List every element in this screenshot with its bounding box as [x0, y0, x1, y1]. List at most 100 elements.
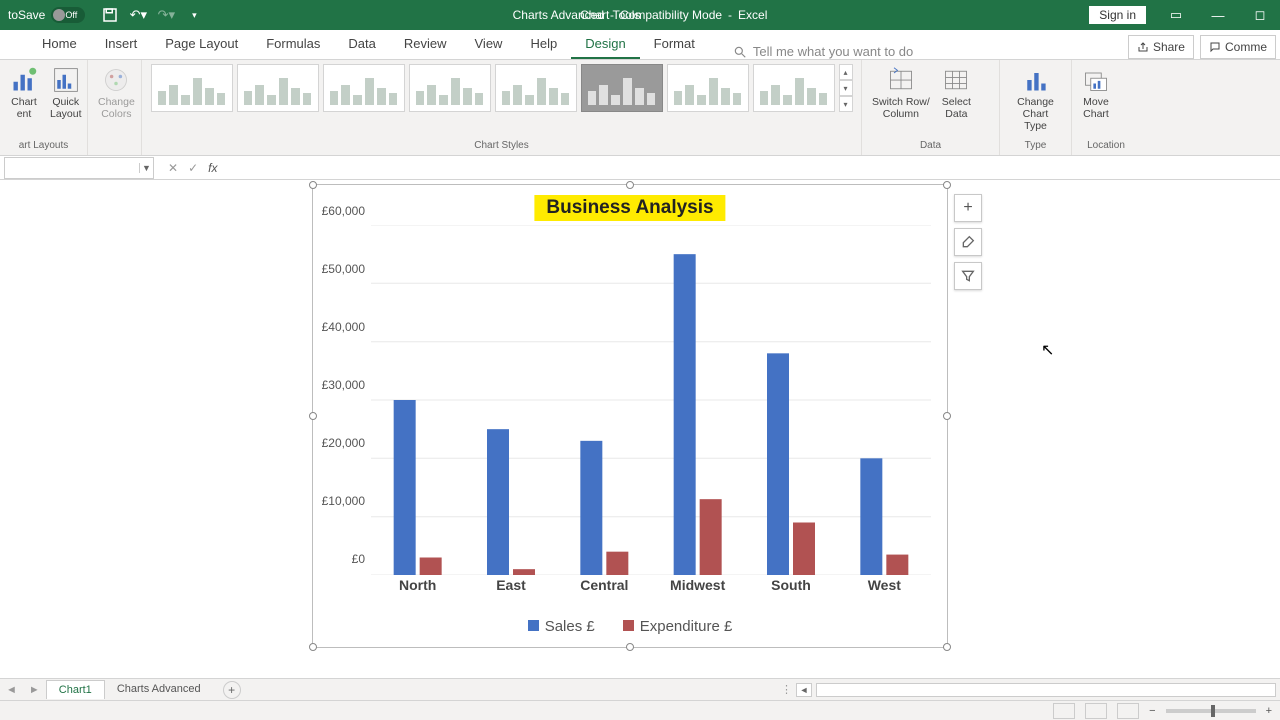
- status-bar: − +: [0, 700, 1280, 720]
- zoom-in-button[interactable]: +: [1266, 705, 1272, 717]
- resize-handle[interactable]: [943, 412, 951, 420]
- tab-design[interactable]: Design: [571, 30, 639, 59]
- chart-legend[interactable]: Sales £ Expenditure £: [313, 618, 947, 635]
- worksheet-area[interactable]: Business Analysis £0 £10,000 £20,000 £30…: [0, 180, 1280, 678]
- quick-layout-button[interactable]: Quick Layout: [46, 64, 86, 122]
- chart-style-5[interactable]: [495, 64, 577, 112]
- chart-style-8[interactable]: [753, 64, 835, 112]
- formula-input[interactable]: [231, 161, 1280, 175]
- add-sheet-button[interactable]: +: [223, 681, 241, 699]
- move-chart-icon: [1082, 66, 1110, 94]
- enter-formula-icon[interactable]: ✓: [188, 161, 198, 175]
- tab-data[interactable]: Data: [334, 30, 389, 59]
- sheet-tab-bar: ◄ ► Chart1 Charts Advanced + ⋮ ◄: [0, 678, 1280, 700]
- sign-in-button[interactable]: Sign in: [1089, 6, 1146, 24]
- chart-style-1[interactable]: [151, 64, 233, 112]
- normal-view-button[interactable]: [1053, 703, 1075, 719]
- resize-handle[interactable]: [943, 643, 951, 651]
- autosave-control[interactable]: toSave Off: [0, 7, 93, 23]
- zoom-slider[interactable]: [1166, 709, 1256, 713]
- sheet-nav-prev[interactable]: ◄: [0, 684, 23, 696]
- chart-style-4[interactable]: [409, 64, 491, 112]
- chevron-down-icon[interactable]: ▼: [139, 163, 153, 173]
- tab-page-layout[interactable]: Page Layout: [151, 30, 252, 59]
- chart-elements-button[interactable]: +: [954, 194, 982, 222]
- sheet-tab-active[interactable]: Chart1: [46, 680, 105, 699]
- minimize-icon[interactable]: —: [1198, 0, 1238, 30]
- page-layout-view-button[interactable]: [1085, 703, 1107, 719]
- gallery-more-icon[interactable]: ▾: [839, 96, 853, 112]
- tab-home[interactable]: Home: [28, 30, 91, 59]
- resize-handle[interactable]: [943, 181, 951, 189]
- chart-style-gallery[interactable]: ▴▾▾: [151, 64, 853, 112]
- resize-handle[interactable]: [309, 181, 317, 189]
- undo-icon[interactable]: ↶▾: [129, 6, 147, 24]
- maximize-icon[interactable]: ◻: [1240, 0, 1280, 30]
- legend-item[interactable]: Sales £: [528, 618, 595, 635]
- cancel-formula-icon[interactable]: ✕: [168, 161, 178, 175]
- gallery-scroll[interactable]: ▴▾▾: [839, 64, 853, 112]
- scroll-left-icon[interactable]: ◄: [796, 683, 812, 697]
- brush-icon: [960, 234, 976, 250]
- change-chart-type-button[interactable]: Change Chart Type: [1006, 64, 1065, 134]
- tab-format[interactable]: Format: [640, 30, 709, 59]
- change-type-icon: [1022, 66, 1050, 94]
- chevron-down-icon[interactable]: ▾: [839, 80, 853, 96]
- chart-style-6[interactable]: [581, 64, 663, 112]
- chevron-up-icon[interactable]: ▴: [839, 64, 853, 80]
- search-icon: [733, 45, 747, 59]
- palette-icon: [102, 66, 130, 94]
- comments-button[interactable]: Comme: [1200, 35, 1276, 59]
- tell-me-search[interactable]: Tell me what you want to do: [733, 44, 913, 59]
- name-box[interactable]: ▼: [4, 157, 154, 179]
- zoom-out-button[interactable]: −: [1149, 705, 1155, 717]
- switch-row-column-button[interactable]: Switch Row/ Column: [868, 64, 934, 122]
- plot-area[interactable]: [371, 225, 931, 575]
- chart-filters-button[interactable]: [954, 262, 982, 290]
- chart-object[interactable]: Business Analysis £0 £10,000 £20,000 £30…: [312, 184, 948, 648]
- y-axis: £0 £10,000 £20,000 £30,000 £40,000 £50,0…: [313, 225, 369, 573]
- sheet-nav-next[interactable]: ►: [23, 684, 46, 696]
- chart-style-2[interactable]: [237, 64, 319, 112]
- contextual-tab-label: Chart Tools: [580, 8, 640, 22]
- tab-insert[interactable]: Insert: [91, 30, 152, 59]
- title-bar: toSave Off ↶▾ ↷▾ ▾ Charts Advanced - Com…: [0, 0, 1280, 30]
- share-icon: [1137, 41, 1149, 53]
- autosave-label: toSave: [8, 8, 45, 22]
- redo-icon[interactable]: ↷▾: [157, 6, 175, 24]
- legend-swatch-icon: [623, 620, 634, 631]
- legend-item[interactable]: Expenditure £: [623, 618, 733, 635]
- select-data-button[interactable]: Select Data: [938, 64, 975, 122]
- qat-more-icon[interactable]: ▾: [185, 6, 203, 24]
- quick-access-toolbar: ↶▾ ↷▾ ▾: [101, 6, 203, 24]
- fx-icon[interactable]: fx: [208, 161, 217, 175]
- autosave-toggle[interactable]: Off: [51, 7, 85, 23]
- save-icon[interactable]: [101, 6, 119, 24]
- tell-me-placeholder: Tell me what you want to do: [753, 44, 913, 59]
- add-chart-element-button[interactable]: Chart ent: [6, 64, 42, 122]
- sheet-tab[interactable]: Charts Advanced: [105, 680, 213, 698]
- resize-handle[interactable]: [626, 181, 634, 189]
- group-label-layouts: art Layouts: [6, 138, 81, 153]
- ribbon-display-icon[interactable]: ▭: [1156, 0, 1196, 30]
- switch-rc-icon: [887, 66, 915, 94]
- chart-styles-button[interactable]: [954, 228, 982, 256]
- quick-layout-icon: [52, 66, 80, 94]
- horizontal-scrollbar[interactable]: ⋮ ◄: [781, 683, 1280, 697]
- tab-help[interactable]: Help: [516, 30, 571, 59]
- formula-bar: ▼ ✕ ✓ fx: [0, 156, 1280, 180]
- page-break-view-button[interactable]: [1117, 703, 1139, 719]
- move-chart-button[interactable]: Move Chart: [1078, 64, 1114, 122]
- chart-style-7[interactable]: [667, 64, 749, 112]
- group-label-location: Location: [1078, 138, 1134, 153]
- tab-view[interactable]: View: [461, 30, 517, 59]
- tab-review[interactable]: Review: [390, 30, 461, 59]
- chart-title[interactable]: Business Analysis: [534, 195, 725, 221]
- resize-handle[interactable]: [626, 643, 634, 651]
- resize-handle[interactable]: [309, 643, 317, 651]
- tab-formulas[interactable]: Formulas: [252, 30, 334, 59]
- chart-style-3[interactable]: [323, 64, 405, 112]
- select-data-icon: [942, 66, 970, 94]
- change-colors-button[interactable]: Change Colors: [94, 64, 139, 122]
- share-button[interactable]: Share: [1128, 35, 1194, 59]
